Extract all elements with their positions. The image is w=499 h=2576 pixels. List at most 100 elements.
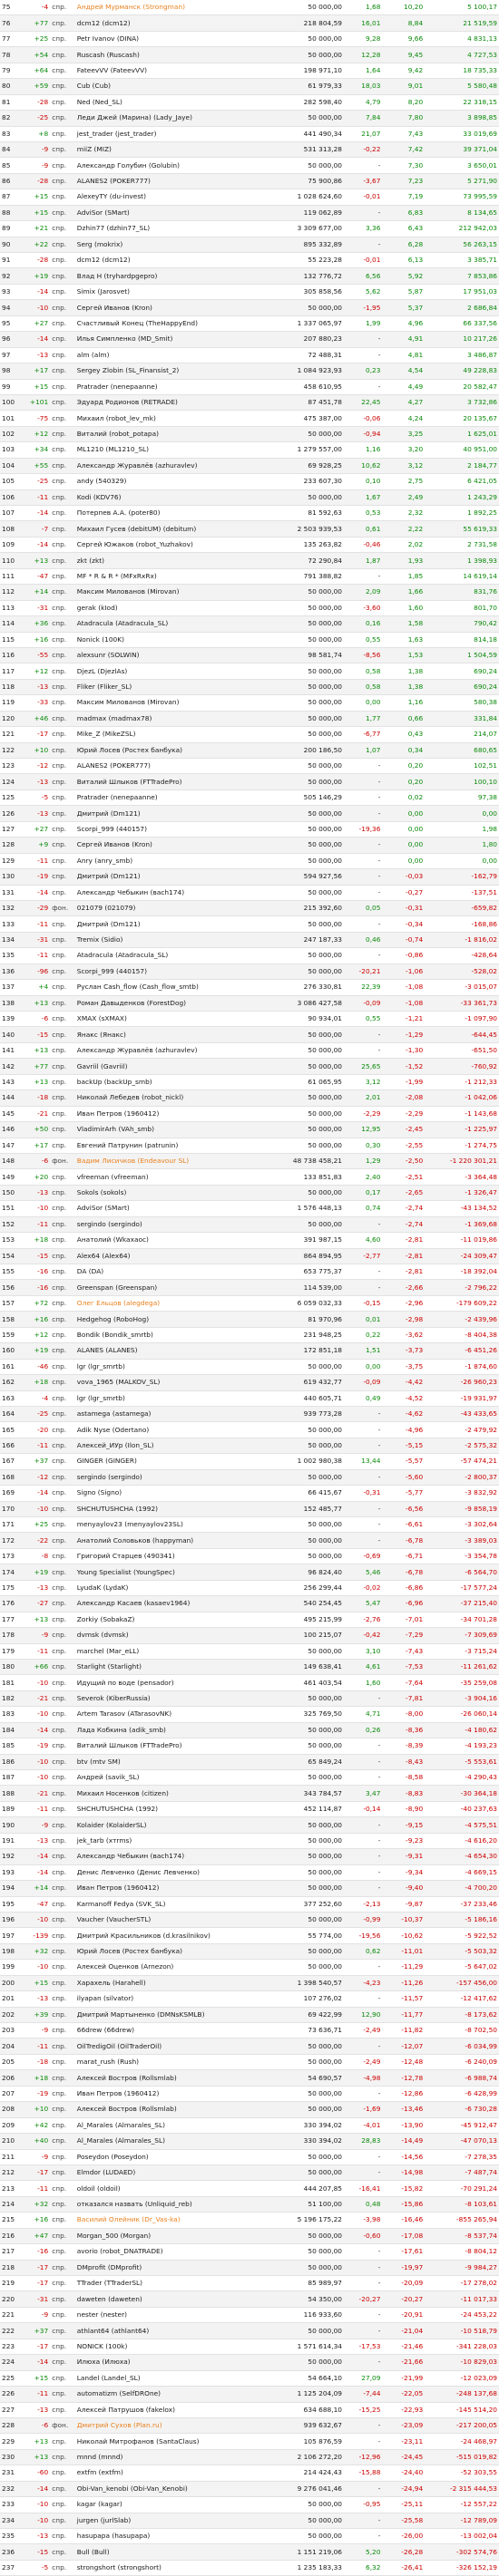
participant-link[interactable]: dcm12 (dcm12): [74, 15, 275, 32]
participant-link[interactable]: alexsunr (SOLWIN): [74, 647, 275, 664]
participant-link[interactable]: Иван Петров (1960412): [74, 2086, 275, 2103]
participant-link[interactable]: Максим Милованов (Mirovan): [74, 584, 275, 601]
participant-link[interactable]: dcm12 (dcm12): [74, 252, 275, 269]
participant-link[interactable]: Young Specialist (YoungSpec): [74, 1564, 275, 1581]
participant-link[interactable]: 021079 (021079): [74, 900, 275, 917]
participant-link[interactable]: Илюха (Илюха): [74, 2354, 275, 2371]
participant-link[interactable]: Анатолий Соловьков (happyman): [74, 1532, 275, 1549]
participant-link[interactable]: AdviSor (SMart): [74, 1200, 275, 1217]
participant-link[interactable]: Al_Marales (Almarales_SL): [74, 2133, 275, 2150]
participant-link[interactable]: lgr (lgr_smrtb): [74, 1359, 275, 1376]
participant-link[interactable]: Виталий (robot_potapa): [74, 426, 275, 443]
participant-link[interactable]: TTrader (TTraderSL): [74, 2275, 275, 2292]
participant-link[interactable]: Obi-Van_kenobi (Obi-Van_Kenobi): [74, 2481, 275, 2498]
participant-link[interactable]: athlant64 (athlant64): [74, 2322, 275, 2339]
participant-link[interactable]: MF * R & R * (MFxRxRx): [74, 568, 275, 586]
participant-link[interactable]: Александр Чебыкин (васh174): [74, 1848, 275, 1865]
participant-link[interactable]: Elmdor (LUDAED): [74, 2164, 275, 2182]
participant-link[interactable]: VladimirArh (VAh_smb): [74, 1121, 275, 1138]
participant-link[interactable]: Анатолий (Wkaxaoc): [74, 1232, 275, 1249]
participant-link[interactable]: Pratrader (nenepaanne): [74, 379, 275, 395]
participant-link[interactable]: Al_Marales (Almarales_SL): [74, 2117, 275, 2135]
participant-link[interactable]: kagar (kagar): [74, 2496, 275, 2513]
participant-link[interactable]: gerak (kIod): [74, 600, 275, 617]
participant-link[interactable]: automatizm (SelfDROne): [74, 2386, 275, 2403]
participant-link[interactable]: Александр Журавлёв (azhuravlev): [74, 458, 275, 475]
participant-link[interactable]: Виталий Шлыков (FTTradePro): [74, 773, 275, 790]
participant-link[interactable]: Severok (KiberRussia): [74, 1690, 275, 1708]
participant-link[interactable]: Алексей Востров (Rollsmlab): [74, 2101, 275, 2118]
participant-link[interactable]: ALANES2 (POKER777): [74, 173, 275, 190]
participant-link[interactable]: Anry (anry_smb): [74, 853, 275, 870]
participant-link[interactable]: backUp (backUp_smb): [74, 1074, 275, 1091]
participant-link[interactable]: vfreeman (vfreeman): [74, 1168, 275, 1186]
participant-link[interactable]: Илья Симпленко (MD_Smit): [74, 331, 275, 348]
participant-link[interactable]: Poseydon (Poseydon): [74, 2149, 275, 2165]
participant-link[interactable]: daweten (daweten): [74, 2290, 275, 2308]
participant-link[interactable]: Signo (Signo): [74, 1485, 275, 1502]
participant-link[interactable]: Григорий Старцев (490341): [74, 1548, 275, 1565]
participant-link[interactable]: Руслан Cash_flow (Cash_flow_smtb): [74, 979, 275, 996]
participant-link[interactable]: DjezL (DjezlAs): [74, 663, 275, 680]
participant-link[interactable]: Artem Tarasov (ATarasovNK): [74, 1706, 275, 1723]
participant-link[interactable]: Михаил (robot_lev_mk): [74, 410, 275, 427]
participant-link[interactable]: SHCHUTUSHCHA (1992): [74, 1801, 275, 1818]
participant-link[interactable]: Simix (Jarosvet): [74, 284, 275, 301]
participant-link[interactable]: Александр Касаев (kasaev1964): [74, 1595, 275, 1612]
participant-link[interactable]: avorio (robot_DNATRADE): [74, 2243, 275, 2261]
participant-link[interactable]: Идущий по воде (pensador): [74, 1674, 275, 1691]
participant-link[interactable]: OilTredigOil (OilTraderOil): [74, 2038, 275, 2055]
participant-link[interactable]: Sergey Zlobin (SL_Finansist_2): [74, 363, 275, 380]
participant-link[interactable]: Иван Петров (1960412): [74, 1106, 275, 1123]
participant-link[interactable]: Сергей Иванов (Kron): [74, 299, 275, 316]
participant-link[interactable]: astamega (astamega): [74, 1406, 275, 1423]
participant-link[interactable]: dvmsk (dvmsk): [74, 1627, 275, 1644]
participant-link[interactable]: ML1210 (ML1210_SL): [74, 441, 275, 459]
participant-link[interactable]: Landel (Landel_SL): [74, 2370, 275, 2387]
participant-link[interactable]: Виталий Шлыков (FTTradePro): [74, 1738, 275, 1755]
participant-link[interactable]: zkt (zkt): [74, 552, 275, 569]
participant-link[interactable]: Олег Ельцов (alegdega): [74, 1295, 275, 1312]
participant-link[interactable]: Atadracula (Atadracula_SL): [74, 947, 275, 964]
participant-link[interactable]: Николай Митрофанов (SantaClaus): [74, 2433, 275, 2450]
participant-link[interactable]: Дмитрий Сухов (Plan.ru): [74, 2417, 275, 2435]
participant-link[interactable]: Gavriil (Gavriil): [74, 1058, 275, 1075]
participant-link[interactable]: Scorpi_999 (440157): [74, 821, 275, 838]
participant-link[interactable]: mnnd (mnnd): [74, 2449, 275, 2466]
participant-link[interactable]: Эдуард Родионов (RETRADE): [74, 394, 275, 412]
participant-link[interactable]: miiZ (MIZ): [74, 141, 275, 159]
participant-link[interactable]: vova_1965 (MALKOV_SL): [74, 1374, 275, 1391]
participant-link[interactable]: madmax (madmax78): [74, 711, 275, 728]
participant-link[interactable]: Евгений Патрунин (patrunin): [74, 1138, 275, 1154]
participant-link[interactable]: GINGER (GINGER): [74, 1453, 275, 1470]
participant-link[interactable]: Александр Журавлёв (azhuravlev): [74, 1042, 275, 1060]
participant-link[interactable]: Харахель (Harahell): [74, 1975, 275, 1992]
participant-link[interactable]: Karmanoff Fedya (SVK_SL): [74, 1896, 275, 1913]
participant-link[interactable]: Mike_Z (MikeZSL): [74, 726, 275, 743]
participant-link[interactable]: Pratrader (nenepaanne): [74, 789, 275, 807]
participant-link[interactable]: Потерпев А.А. (poter80): [74, 505, 275, 522]
participant-link[interactable]: Лада Кобкина (adik_smb): [74, 1722, 275, 1739]
participant-link[interactable]: marat_rush (Rush): [74, 2054, 275, 2071]
participant-link[interactable]: Влад Н (tryhardpgepro): [74, 267, 275, 285]
participant-link[interactable]: Василий Олейник (Dr_Vas-ka): [74, 2212, 275, 2229]
participant-link[interactable]: Fliker (Fliker_SL): [74, 679, 275, 696]
participant-link[interactable]: Андрей (savik_SL): [74, 1769, 275, 1787]
participant-link[interactable]: Алексей Патрушов (fakelox): [74, 2402, 275, 2418]
participant-link[interactable]: Starlight (Starlight): [74, 1659, 275, 1676]
participant-link[interactable]: Дмитрий (Dm121): [74, 915, 275, 933]
participant-link[interactable]: Cub (Cub): [74, 78, 275, 95]
participant-link[interactable]: Tremix (Sidio): [74, 932, 275, 949]
participant-link[interactable]: Kodi (KDV76): [74, 489, 275, 507]
participant-link[interactable]: Вадим Лисичков (Endeavour SL): [74, 1153, 275, 1170]
participant-link[interactable]: Bull (Bull): [74, 2543, 275, 2561]
participant-link[interactable]: LyudaK (LydaK): [74, 1580, 275, 1597]
participant-link[interactable]: Денис Левченко (Денис Левченко): [74, 1864, 275, 1882]
participant-link[interactable]: Юрий Лосев (Ростех банбука): [74, 742, 275, 760]
participant-link[interactable]: AlexeyTY (du-invest): [74, 189, 275, 206]
participant-link[interactable]: Счастливый Конец (TheHappyEnd): [74, 315, 275, 333]
participant-link[interactable]: AdviSor (SMart): [74, 205, 275, 222]
participant-link[interactable]: ALANES (ALANES): [74, 1342, 275, 1360]
participant-link[interactable]: Дмитрий Мартыненко (DMNsKSMLB): [74, 2007, 275, 2024]
participant-link[interactable]: jek_tarb (xтrms): [74, 1833, 275, 1850]
